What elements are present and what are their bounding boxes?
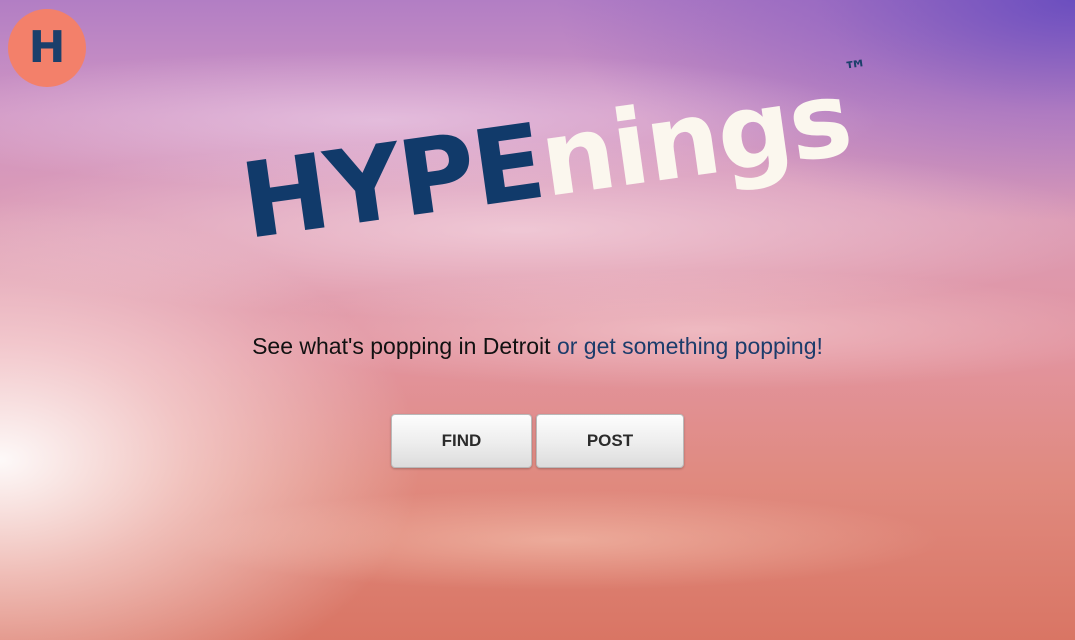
tagline-text: See what's popping in Detroit [252,333,557,359]
logo-letter: H [28,22,66,73]
tagline-post-link[interactable]: or get something popping! [557,333,823,359]
sky-background [0,0,1075,640]
post-button[interactable]: POST [536,414,684,468]
home-logo[interactable]: H [8,9,86,87]
find-button[interactable]: FIND [391,414,532,468]
trademark-symbol: ™ [842,54,870,86]
action-buttons: FIND POST [391,414,684,468]
tagline: See what's popping in Detroit or get som… [0,333,1075,360]
